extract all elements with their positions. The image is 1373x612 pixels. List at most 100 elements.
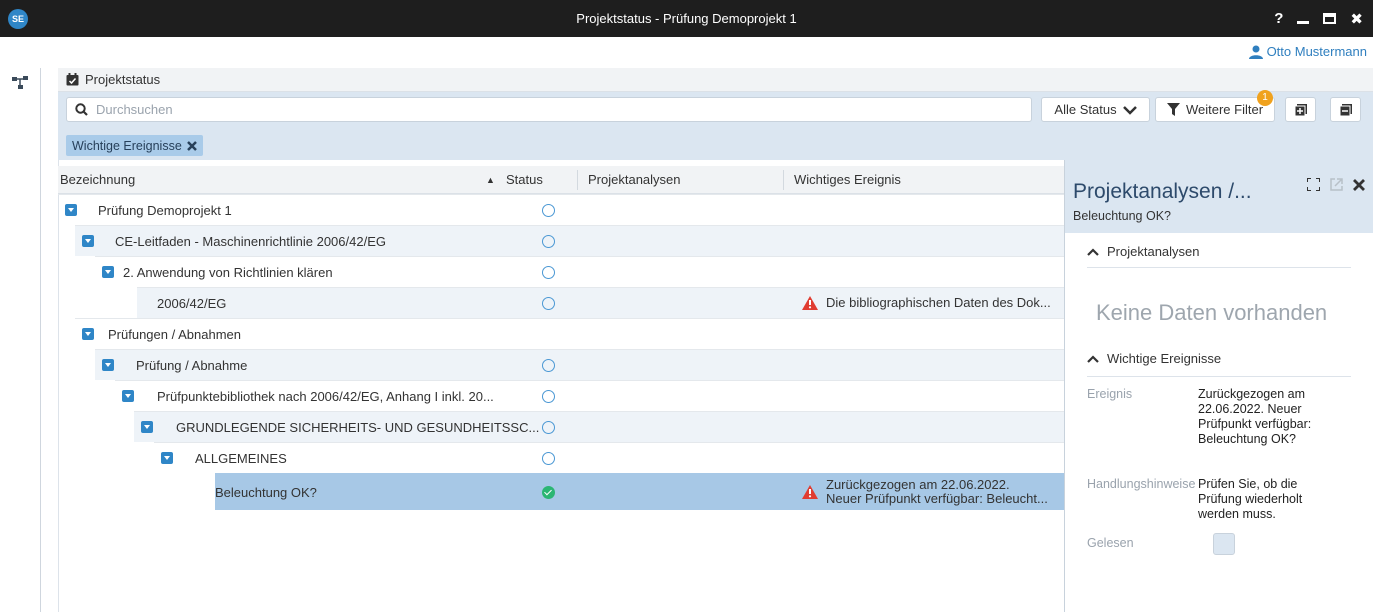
row-label: GRUNDLEGENDE SICHERHEITS- UND GESUNDHEIT… xyxy=(176,419,540,435)
left-rail xyxy=(0,68,41,612)
row-label: Prüfung / Abnahme xyxy=(136,357,248,373)
status-filter-dropdown[interactable]: Alle Status xyxy=(1041,97,1150,122)
event-text: Zurückgezogen am 22.06.2022. Neuer Prüfp… xyxy=(826,478,1048,506)
user-icon xyxy=(1248,45,1263,59)
collapse-icon[interactable] xyxy=(141,421,153,433)
expand-all-button[interactable] xyxy=(1285,97,1316,122)
detail-panel: Projektanalysen /... Beleuchtung OK? Pro… xyxy=(1064,160,1373,612)
field-label-ereignis: Ereignis xyxy=(1087,387,1133,401)
accordion-wichtige-ereignisse[interactable]: Wichtige Ereignisse xyxy=(1087,351,1221,366)
warning-icon xyxy=(802,296,818,310)
panel-title: Projektanalysen /... xyxy=(1073,180,1252,203)
accordion-projektanalysen[interactable]: Projektanalysen xyxy=(1087,244,1200,259)
table-row[interactable]: Prüfung Demoprojekt 1 xyxy=(58,194,1064,225)
section-header: Projektstatus xyxy=(58,68,1373,92)
row-label: Beleuchtung OK? xyxy=(215,484,317,500)
filter-icon xyxy=(1166,103,1180,116)
status-open-icon xyxy=(542,358,555,372)
remove-filter-icon[interactable] xyxy=(186,140,197,151)
maximize-icon[interactable] xyxy=(1323,13,1337,24)
table-row[interactable]: CE-Leitfaden - Maschinenrichtlinie 2006/… xyxy=(75,225,1064,256)
user-bar: Otto Mustermann xyxy=(0,37,1373,68)
table-row[interactable]: Prüfpunktebibliothek nach 2006/42/EG, An… xyxy=(115,380,1064,411)
table-row-selected[interactable]: Beleuchtung OK? Zurückgezogen am 22.06.2… xyxy=(215,473,1064,510)
row-label: Prüfung Demoprojekt 1 xyxy=(98,202,232,218)
status-done-icon xyxy=(542,485,555,499)
section-title: Projektstatus xyxy=(85,72,161,87)
expand-all-icon xyxy=(1294,103,1307,116)
row-label: Prüfpunktebibliothek nach 2006/42/EG, An… xyxy=(157,388,494,404)
column-separator[interactable] xyxy=(577,170,578,190)
sort-asc-icon[interactable]: ▲ xyxy=(486,166,495,194)
status-open-icon xyxy=(542,389,555,403)
panel-controls xyxy=(1307,178,1365,191)
chevron-down-icon xyxy=(1122,105,1137,115)
row-label: 2. Anwendung von Richtlinien klären xyxy=(123,264,333,280)
detail-panel-header: Projektanalysen /... Beleuchtung OK? xyxy=(1065,160,1373,233)
more-filters-label: Weitere Filter xyxy=(1185,102,1264,117)
row-label: 2006/42/EG xyxy=(157,295,227,311)
table-row[interactable]: Prüfung / Abnahme xyxy=(95,349,1064,380)
column-header-wichtiges-ereignis[interactable]: Wichtiges Ereignis xyxy=(794,166,901,194)
collapse-icon[interactable] xyxy=(122,390,134,402)
status-open-icon xyxy=(542,265,555,279)
close-panel-icon[interactable] xyxy=(1353,178,1365,191)
accordion-label: Wichtige Ereignisse xyxy=(1107,351,1222,366)
field-label-gelesen: Gelesen xyxy=(1087,536,1134,550)
row-label: Prüfungen / Abnahmen xyxy=(108,326,241,342)
calendar-check-icon xyxy=(66,73,79,86)
grid-header: Bezeichnung ▲ Status Projektanalysen Wic… xyxy=(58,166,1064,194)
collapse-all-icon xyxy=(1339,103,1352,116)
table-row[interactable]: 2006/42/EG Die bibliographischen Daten d… xyxy=(137,287,1064,318)
table-row[interactable]: 2. Anwendung von Richtlinien klären xyxy=(95,256,1064,287)
event-cell: Die bibliographischen Daten des Dok... xyxy=(802,296,1051,310)
search-input[interactable]: Durchsuchen xyxy=(66,97,1032,122)
chevron-up-icon xyxy=(1087,247,1099,256)
field-value-ereignis: Zurückgezogen am 22.06.2022. Neuer Prüfp… xyxy=(1198,387,1312,446)
collapse-icon[interactable] xyxy=(82,328,94,340)
event-line-2: Neuer Prüfpunkt verfügbar: Beleucht... xyxy=(826,491,1048,506)
collapse-icon[interactable] xyxy=(102,266,114,278)
more-filters-button[interactable]: Weitere Filter 1 xyxy=(1155,90,1275,122)
status-open-icon xyxy=(542,451,555,465)
filter-chip-label: Wichtige Ereignisse xyxy=(72,138,182,153)
table-row[interactable]: GRUNDLEGENDE SICHERHEITS- UND GESUNDHEIT… xyxy=(134,411,1064,442)
collapse-icon[interactable] xyxy=(161,452,173,464)
fullscreen-icon[interactable] xyxy=(1307,178,1320,191)
divider xyxy=(1087,376,1351,377)
event-line-1: Zurückgezogen am 22.06.2022. xyxy=(826,477,1010,492)
accordion-label: Projektanalysen xyxy=(1107,244,1200,259)
read-checkbox[interactable] xyxy=(1213,533,1235,555)
tree-icon[interactable] xyxy=(12,76,28,90)
table-row[interactable]: Prüfungen / Abnahmen xyxy=(75,318,1064,349)
help-icon[interactable]: ? xyxy=(1274,10,1283,27)
column-header-bezeichnung[interactable]: Bezeichnung xyxy=(60,166,135,194)
collapse-all-button[interactable] xyxy=(1330,97,1361,122)
minimize-icon[interactable] xyxy=(1297,21,1310,24)
status-filter-label: Alle Status xyxy=(1054,102,1117,117)
close-icon[interactable]: ✖ xyxy=(1350,10,1363,28)
collapse-icon[interactable] xyxy=(82,235,94,247)
row-label: CE-Leitfaden - Maschinenrichtlinie 2006/… xyxy=(115,233,386,249)
panel-subtitle: Beleuchtung OK? xyxy=(1073,209,1171,223)
column-header-projektanalysen[interactable]: Projektanalysen xyxy=(588,166,681,194)
window-controls: ? ✖ xyxy=(1274,0,1363,37)
status-open-icon xyxy=(542,234,555,248)
external-link-icon[interactable] xyxy=(1330,178,1343,191)
window-title: Projektstatus - Prüfung Demoprojekt 1 xyxy=(576,11,797,26)
collapse-icon[interactable] xyxy=(102,359,114,371)
field-label-handlungshinweise: Handlungshinweise xyxy=(1087,477,1196,491)
search-icon xyxy=(75,103,88,116)
collapse-icon[interactable] xyxy=(65,204,77,216)
table-row[interactable]: ALLGEMEINES xyxy=(154,442,1064,473)
user-menu[interactable]: Otto Mustermann xyxy=(1248,44,1367,59)
event-cell: Zurückgezogen am 22.06.2022. Neuer Prüfp… xyxy=(802,478,1048,506)
filter-count-badge: 1 xyxy=(1257,90,1273,106)
window-titlebar: SE Projektstatus - Prüfung Demoprojekt 1… xyxy=(0,0,1373,37)
status-open-icon xyxy=(542,420,555,434)
column-separator[interactable] xyxy=(783,170,784,190)
filter-chip[interactable]: Wichtige Ereignisse xyxy=(66,135,203,156)
column-header-status[interactable]: Status xyxy=(506,166,543,194)
event-text: Die bibliographischen Daten des Dok... xyxy=(826,295,1051,310)
status-open-icon xyxy=(542,203,555,217)
